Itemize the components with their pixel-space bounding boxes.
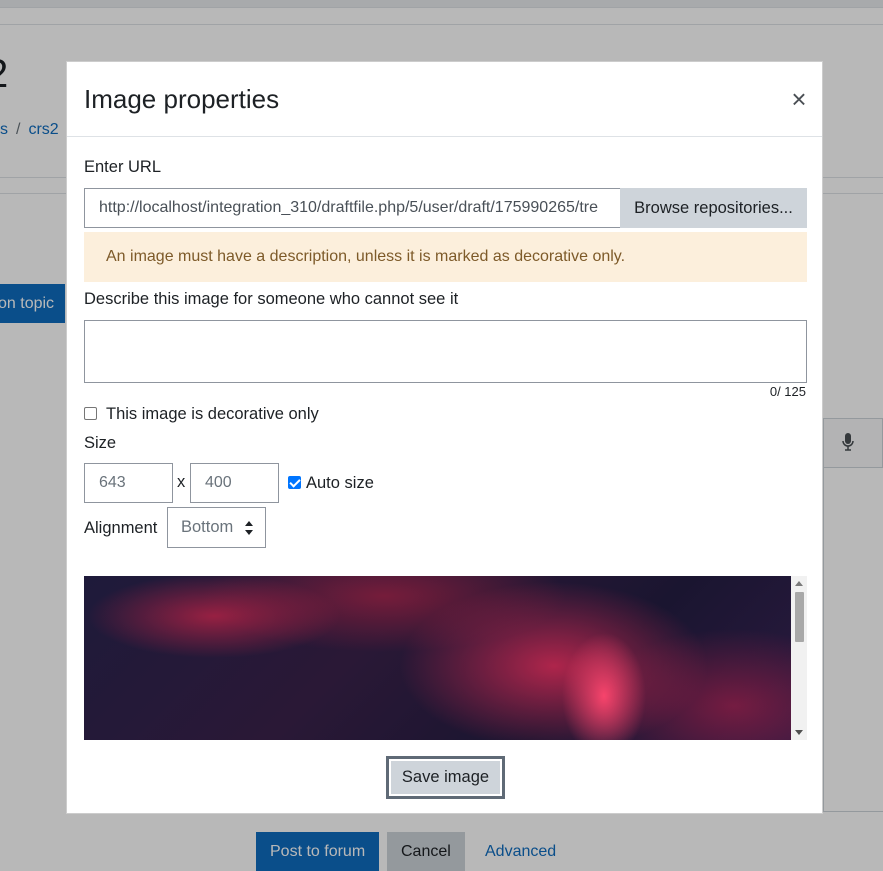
close-icon[interactable]: × (785, 84, 813, 114)
description-label: Describe this image for someone who cann… (84, 290, 459, 308)
size-label: Size (84, 434, 117, 452)
alignment-select[interactable]: Bottom (167, 507, 266, 548)
save-image-button[interactable]: Save image (386, 756, 505, 799)
height-input[interactable]: 400 (190, 463, 279, 503)
size-separator: x (177, 473, 186, 491)
decorative-label[interactable]: This image is decorative only (106, 405, 319, 424)
sort-arrows-icon (245, 521, 253, 535)
browse-repositories-button[interactable]: Browse repositories... (620, 188, 807, 228)
scroll-thumb[interactable] (795, 592, 804, 642)
auto-size-label[interactable]: Auto size (306, 474, 374, 493)
description-warning-alert: An image must have a description, unless… (84, 232, 807, 282)
auto-size-checkbox[interactable] (288, 476, 301, 489)
decorative-checkbox[interactable] (84, 407, 97, 420)
url-label: Enter URL (84, 158, 162, 176)
image-preview (84, 576, 807, 740)
description-textarea[interactable] (84, 320, 807, 383)
scroll-up-arrow-icon[interactable] (795, 581, 803, 586)
width-input[interactable]: 643 (84, 463, 173, 503)
alignment-label: Alignment (84, 519, 158, 537)
character-counter: 0/ 125 (769, 384, 806, 399)
modal-header: Image properties × (67, 62, 822, 137)
alignment-selected-value: Bottom (181, 518, 234, 536)
image-properties-dialog: Image properties × Enter URL http://loca… (66, 61, 823, 814)
url-input[interactable]: http://localhost/integration_310/draftfi… (84, 188, 621, 228)
preview-scrollbar[interactable] (791, 576, 807, 740)
scroll-down-arrow-icon[interactable] (795, 730, 803, 735)
modal-title: Image properties (84, 84, 280, 114)
preview-image (84, 576, 791, 740)
